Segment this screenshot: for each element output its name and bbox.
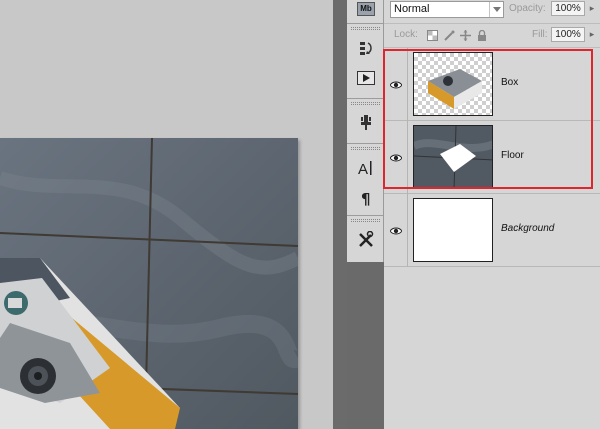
- layer-name[interactable]: Background: [501, 223, 554, 234]
- blend-mode-value: Normal: [394, 3, 430, 15]
- layer-row-box[interactable]: Box: [384, 48, 600, 121]
- lock-image-pixels-icon[interactable]: [443, 29, 455, 41]
- divider: [347, 98, 384, 99]
- eye-icon[interactable]: [384, 48, 408, 121]
- document-canvas[interactable]: [0, 138, 298, 429]
- photoshop-window: Mb A ¶ Normal Opacity: 100% ▸ Lock: Fill…: [0, 0, 600, 429]
- panel-icon-strip: Mb A ¶: [347, 0, 384, 429]
- layer-thumbnail: [413, 125, 493, 189]
- canvas-photo: [0, 138, 298, 429]
- panel-dock-divider: [333, 0, 347, 429]
- character-icon[interactable]: A: [356, 159, 376, 177]
- canvas-workspace: [0, 0, 333, 429]
- divider: [347, 23, 384, 24]
- actions-play-icon[interactable]: [356, 69, 376, 87]
- panel-icon-strip-top: Mb A ¶: [347, 0, 384, 262]
- fill-label: Fill:: [532, 29, 548, 40]
- lock-position-icon[interactable]: [459, 29, 471, 41]
- eye-icon[interactable]: [384, 121, 408, 194]
- layer-name[interactable]: Box: [501, 77, 518, 88]
- lock-all-icon[interactable]: [476, 29, 488, 41]
- lock-label: Lock:: [394, 29, 418, 40]
- divider: [347, 215, 384, 216]
- chevron-down-icon[interactable]: [489, 2, 503, 17]
- svg-text:A: A: [358, 161, 368, 176]
- eye-icon[interactable]: [384, 194, 408, 267]
- strip-grip[interactable]: [351, 147, 380, 150]
- layer-thumbnail: [413, 198, 493, 262]
- opacity-slider-arrow-icon[interactable]: ▸: [588, 1, 596, 16]
- paragraph-icon[interactable]: ¶: [356, 189, 376, 207]
- mini-bridge-label: Mb: [357, 2, 375, 16]
- svg-text:¶: ¶: [361, 190, 371, 206]
- blend-options-row: Normal Opacity: 100% ▸: [384, 0, 600, 24]
- layer-row-floor[interactable]: Floor: [384, 121, 600, 194]
- mini-bridge-icon[interactable]: Mb: [356, 0, 376, 18]
- opacity-input[interactable]: 100%: [551, 1, 585, 16]
- strip-grip[interactable]: [351, 27, 380, 30]
- layer-row-background[interactable]: Background: [384, 194, 600, 267]
- tool-presets-icon[interactable]: [356, 231, 376, 249]
- history-icon[interactable]: [356, 39, 376, 57]
- layer-thumbnail: [413, 52, 493, 116]
- lock-transparent-pixels-icon[interactable]: [426, 29, 438, 41]
- blend-mode-select[interactable]: Normal: [390, 1, 504, 18]
- strip-grip[interactable]: [351, 102, 380, 105]
- strip-grip[interactable]: [351, 219, 380, 222]
- divider: [347, 143, 384, 144]
- layers-panel: Normal Opacity: 100% ▸ Lock: Fill: 100% …: [384, 0, 600, 429]
- opacity-label: Opacity:: [509, 3, 546, 14]
- fill-input[interactable]: 100%: [551, 27, 585, 42]
- fill-slider-arrow-icon[interactable]: ▸: [588, 27, 596, 42]
- clone-source-icon[interactable]: [356, 114, 376, 132]
- lock-fill-row: Lock: Fill: 100% ▸: [384, 24, 600, 48]
- layer-name[interactable]: Floor: [501, 150, 524, 161]
